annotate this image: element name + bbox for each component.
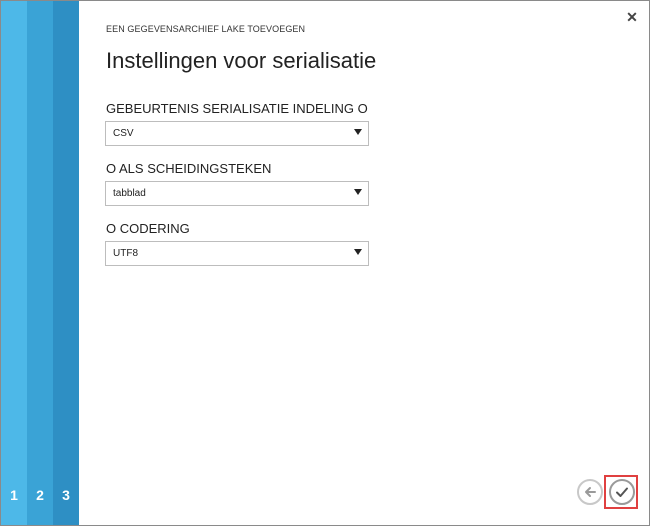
wizard-dialog: 1 2 3 ✕ EEN GEGEVENSARCHIEF LAKE TOEVOEG…: [0, 0, 650, 526]
serialization-format-label: GEBEURTENIS SERIALISATIE INDELING O: [106, 101, 368, 116]
encoding-label: O CODERING: [106, 221, 190, 236]
chevron-down-icon: [354, 249, 362, 255]
serialization-format-select[interactable]: CSV: [105, 121, 369, 146]
serialization-format-value: CSV: [113, 128, 134, 139]
checkmark-icon: [616, 487, 628, 497]
chevron-down-icon: [354, 129, 362, 135]
step-3[interactable]: 3: [53, 1, 79, 525]
step-2[interactable]: 2: [27, 1, 53, 525]
page-title: Instellingen voor serialisatie: [106, 48, 377, 73]
chevron-down-icon: [354, 189, 362, 195]
done-button[interactable]: [609, 479, 635, 505]
step-3-number: 3: [62, 487, 70, 503]
step-2-number: 2: [36, 487, 44, 503]
step-1[interactable]: 1: [1, 1, 27, 525]
step-1-number: 1: [10, 487, 18, 503]
delimiter-value: tabblad: [113, 188, 146, 199]
delimiter-select[interactable]: tabblad: [105, 181, 369, 206]
encoding-select[interactable]: UTF8: [105, 241, 369, 266]
wizard-steps: 1 2 3: [1, 1, 79, 525]
arrow-left-icon: [585, 487, 596, 497]
encoding-value: UTF8: [113, 248, 138, 259]
wizard-title: EEN GEGEVENSARCHIEF LAKE TOEVOEGEN: [106, 24, 306, 34]
delimiter-label: O ALS SCHEIDINGSTEKEN: [106, 161, 272, 176]
back-button[interactable]: [577, 479, 603, 505]
close-icon[interactable]: ✕: [625, 9, 639, 25]
